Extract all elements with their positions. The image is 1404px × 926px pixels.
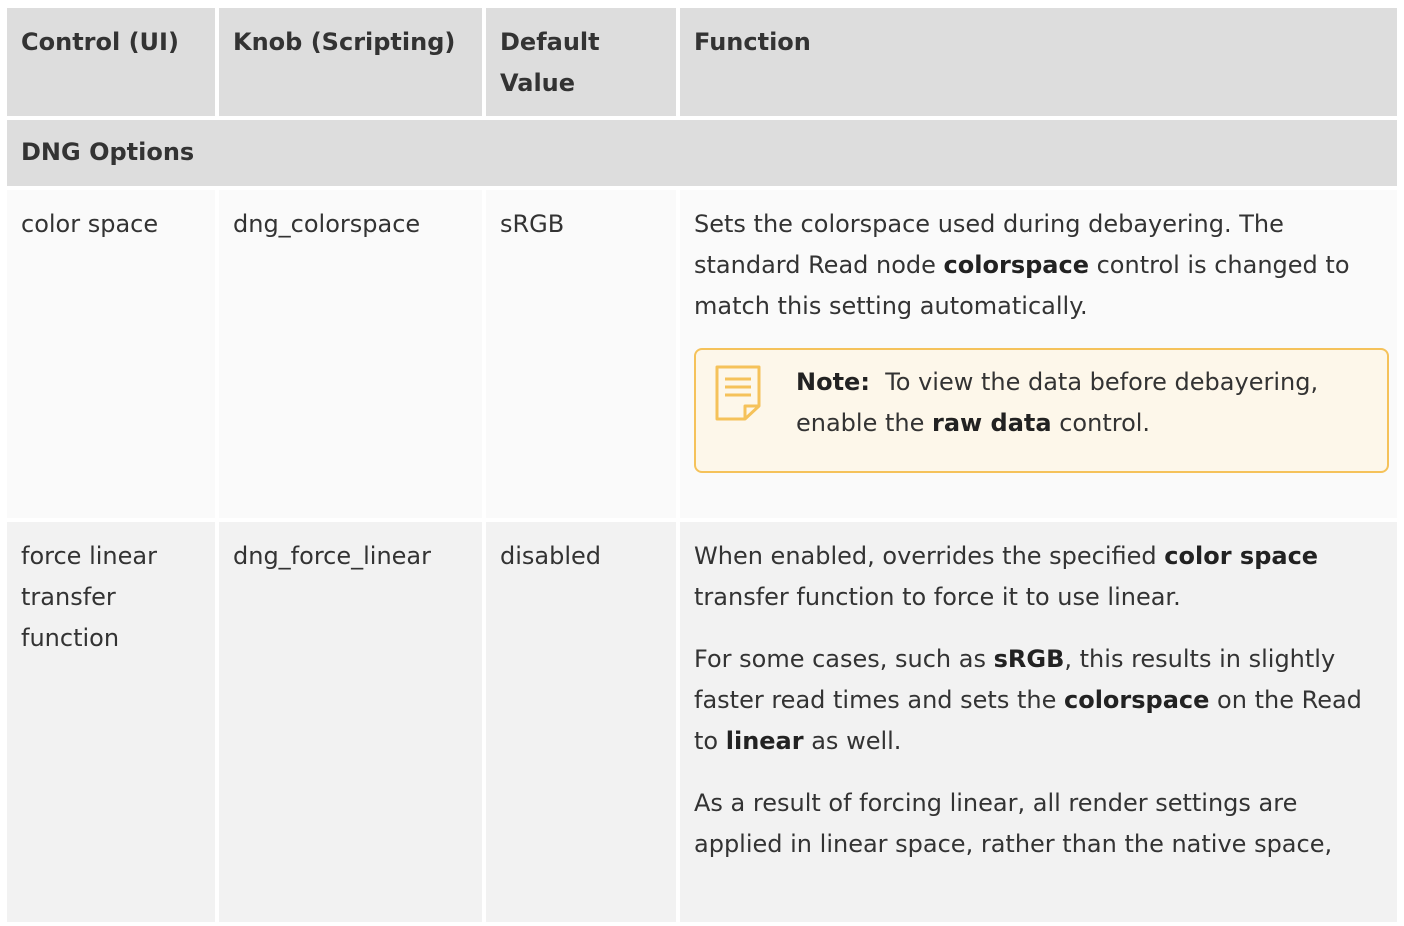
cell-knob: dng_colorspace bbox=[219, 190, 486, 518]
cell-knob: dng_force_linear bbox=[219, 522, 486, 922]
note-label: Note: bbox=[796, 368, 870, 396]
text-run: For some cases, such as bbox=[694, 645, 994, 673]
bold-term: colorspace bbox=[943, 251, 1089, 279]
bold-term: sRGB bbox=[993, 645, 1065, 673]
cell-function: Sets the colorspace used during debayeri… bbox=[680, 190, 1397, 518]
text-run: as well. bbox=[803, 727, 902, 755]
function-paragraph: For some cases, such as sRGB, this resul… bbox=[694, 639, 1383, 762]
header-control: Control (UI) bbox=[7, 8, 219, 116]
table-row: color space dng_colorspace sRGB Sets the… bbox=[7, 190, 1397, 522]
bold-term: linear bbox=[725, 727, 804, 755]
note-icon bbox=[715, 365, 761, 421]
cell-default: disabled bbox=[486, 522, 680, 922]
table-row: force linear transfer function dng_force… bbox=[7, 522, 1397, 926]
text-run: control. bbox=[1051, 409, 1151, 437]
cell-default: sRGB bbox=[486, 190, 680, 518]
cell-function: When enabled, overrides the specified co… bbox=[680, 522, 1397, 922]
text-run: When enabled, overrides the specified bbox=[694, 542, 1165, 570]
bold-term: raw data bbox=[932, 409, 1052, 437]
header-default: Default Value bbox=[486, 8, 680, 116]
function-paragraph: Sets the colorspace used during debayeri… bbox=[694, 204, 1383, 327]
section-row: DNG Options bbox=[7, 120, 1397, 190]
cell-control: color space bbox=[7, 190, 219, 518]
header-function: Function bbox=[694, 28, 811, 56]
bold-term: colorspace bbox=[1063, 686, 1210, 714]
table-header-row: Control (UI) Knob (Scripting) Default Va… bbox=[7, 8, 1397, 120]
function-paragraph: As a result of forcing linear, all rende… bbox=[694, 789, 1333, 858]
function-paragraph: When enabled, overrides the specified co… bbox=[694, 536, 1383, 618]
note-text: Note: To view the data before debayering… bbox=[796, 362, 1367, 444]
note-box: Note: To view the data before debayering… bbox=[694, 348, 1389, 473]
header-knob: Knob (Scripting) bbox=[219, 8, 486, 116]
cell-control: force linear transfer function bbox=[7, 522, 219, 922]
section-title: DNG Options bbox=[21, 138, 195, 166]
bold-term: color space bbox=[1164, 542, 1319, 570]
text-run: transfer function to force it to use lin… bbox=[694, 583, 1181, 611]
dng-options-table: Control (UI) Knob (Scripting) Default Va… bbox=[7, 8, 1397, 926]
